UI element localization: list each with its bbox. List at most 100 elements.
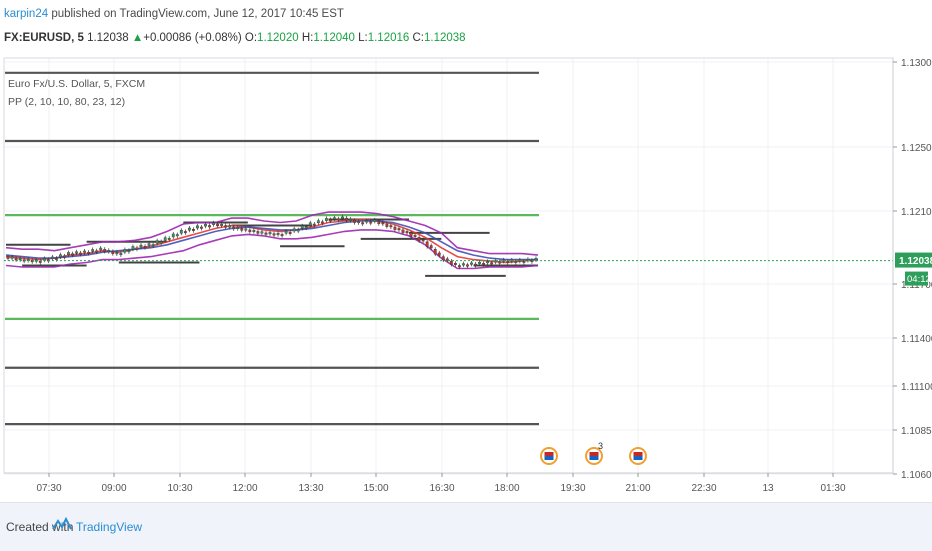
tradingview-brand[interactable]: TradingView [76,520,142,534]
candle-body [534,258,538,261]
close-value: 1.12038 [423,32,466,44]
candle-body [252,230,256,232]
y-tick-label: 1.11100 [901,382,932,393]
candle-body [167,237,171,240]
candle-body [115,252,119,255]
candle-body [401,229,405,233]
candle-body [405,231,409,234]
candle-body [413,234,417,237]
candle-body [147,243,151,246]
candle-body [429,245,433,249]
high-label: H: [298,32,314,44]
candle-body [437,252,441,256]
candle-body [123,249,127,253]
y-tick-label: 1.12500 [901,143,932,154]
candle-body [18,258,22,261]
candle-body [143,246,147,248]
candle-body [316,220,320,224]
flag-stripe-red [589,452,599,456]
candle-body [470,262,473,265]
candle-body [83,250,86,253]
y-tick-label: 1.12100 [901,207,932,218]
candle-body [373,219,377,222]
candle-body [474,263,477,266]
x-tick-label: 21:00 [625,483,650,494]
candle-body [127,250,131,253]
candle-body [119,253,123,256]
candle-body [486,261,490,264]
candle-body [369,221,373,224]
candle-body [91,249,95,252]
candle-body [490,262,494,265]
x-tick-label: 13:30 [298,483,323,494]
candle-body [353,220,357,223]
flag-stripe-red [633,452,643,456]
candle-body [482,263,485,265]
candle-body [6,256,10,259]
candle-body [228,225,232,228]
candle-body [212,222,215,225]
x-tick-label: 10:30 [167,483,192,494]
candle-body [268,232,272,235]
price-chart[interactable]: 1.130001.125001.121001.117001.114001.111… [0,56,932,502]
candle-body [75,251,78,254]
flag-stripe-red [544,452,554,456]
candle-body [325,218,328,221]
candle-body [224,225,228,228]
low-label: L: [354,32,368,44]
candle-body [365,220,369,223]
x-tick-label: 13 [762,483,774,494]
candle-body [54,257,58,260]
y-tick-label: 1.10850 [901,426,932,437]
chart-header: karpin24 published on TradingView.com, J… [0,0,932,56]
candle-body [522,260,526,263]
candle-body [171,233,175,238]
x-tick-label: 01:30 [820,483,845,494]
x-tick-label: 07:30 [36,483,61,494]
candle-body [14,257,18,261]
candle-body [99,247,103,251]
candle-body [163,237,167,241]
candle-body [264,232,268,235]
candle-body [103,248,107,252]
candle-body [381,222,385,225]
x-tick-label: 22:30 [691,483,716,494]
candle-body [377,220,381,224]
candle-body [248,229,252,233]
candle-body [192,228,195,231]
candle-body [453,263,457,265]
candle-body [349,218,352,221]
candle-body [393,226,397,230]
candle-body [232,226,236,230]
candle-body [38,260,42,263]
candle-body [179,230,183,234]
legend-indicator: PP (2, 10, 10, 80, 23, 12) [8,96,126,108]
candle-body [498,261,502,264]
candle-body [240,228,244,231]
candle-body [10,256,14,259]
candle-body [276,232,280,235]
price-tag-label: 1.12038 [899,256,932,267]
candle-body [466,264,469,267]
event-count-badge: 3 [598,441,603,451]
high-value: 1.12040 [313,32,355,44]
candle-body [506,260,510,263]
candle-body [441,256,445,261]
candle-body [95,250,99,253]
x-tick-label: 18:00 [494,483,519,494]
author-link[interactable]: karpin24 [4,8,48,20]
candle-body [341,216,344,219]
candle-body [236,227,240,229]
candle-body [196,225,199,229]
candle-body [272,233,276,236]
y-tick-label: 1.10600 [901,470,932,481]
candle-body [345,217,348,221]
candle-body [280,234,284,237]
candle-body [71,253,74,256]
candle-body [208,225,211,228]
candle-body [462,263,465,266]
candle-body [135,247,139,250]
x-tick-label: 16:30 [429,483,454,494]
flag-stripe-blue [544,456,554,460]
candle-body [304,226,308,229]
